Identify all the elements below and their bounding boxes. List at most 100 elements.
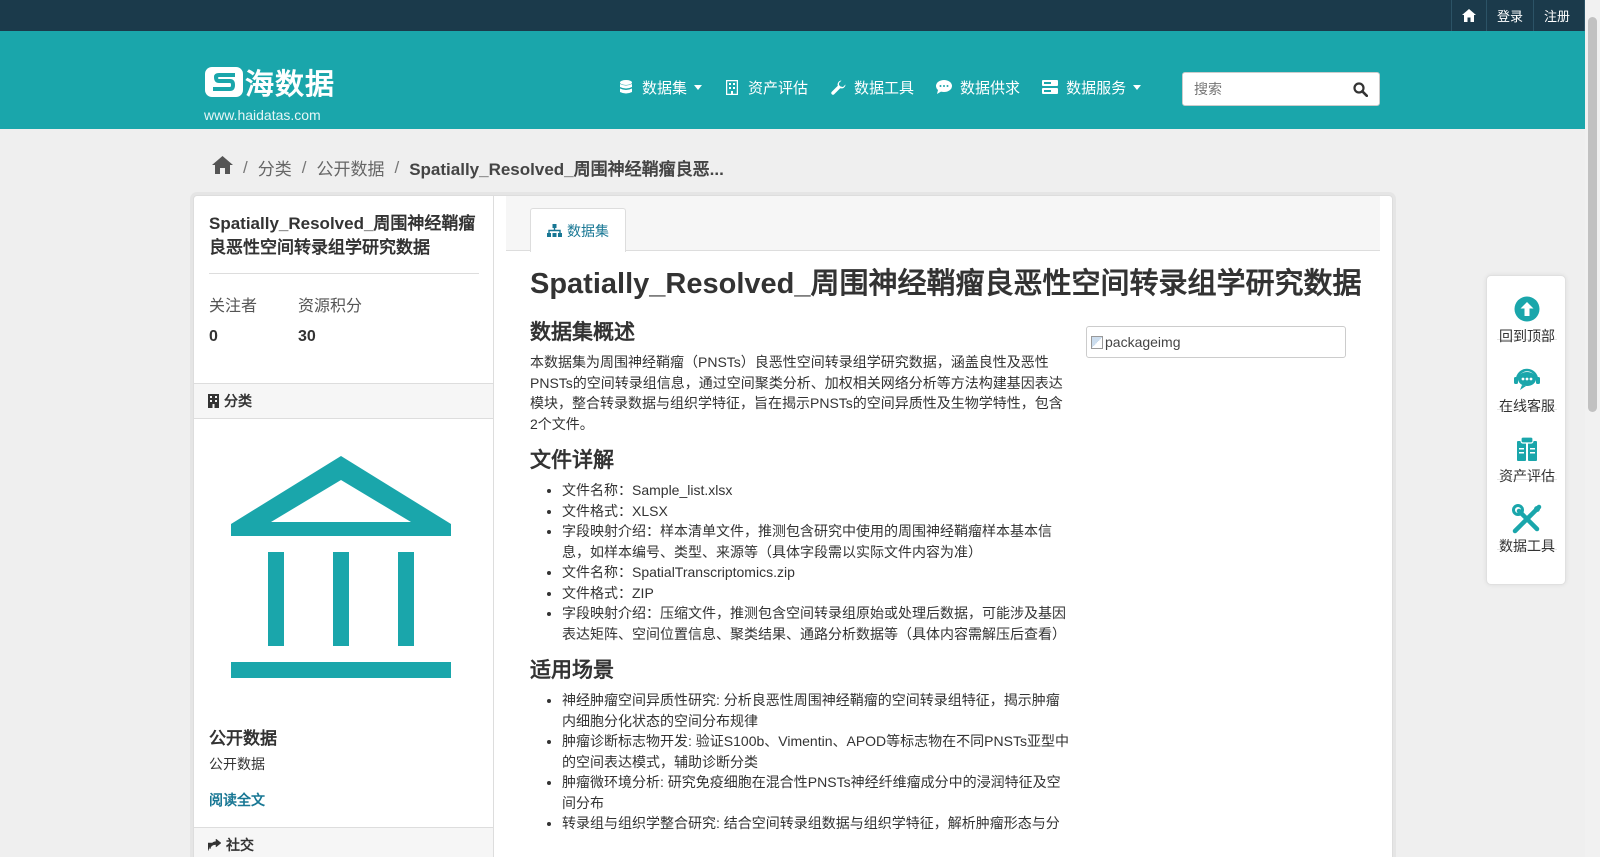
package-image: packageimg bbox=[1086, 326, 1346, 358]
list-item: 字段映射介绍：样本清单文件，推测包含研究中使用的周围神经鞘瘤样本基本信息，如样本… bbox=[562, 521, 1070, 562]
breadcrumb-separator: / bbox=[243, 157, 248, 177]
brand-url: www.haidatas.com bbox=[204, 107, 321, 123]
account-links: 登录 注册 bbox=[1450, 0, 1585, 31]
search-box bbox=[1182, 72, 1380, 106]
list-item: 文件格式：XLSX bbox=[562, 501, 1070, 522]
data-tools-button[interactable]: 数据工具 bbox=[1497, 486, 1557, 554]
chevron-down-icon bbox=[694, 84, 703, 90]
category-module-heading: 分类 bbox=[194, 383, 493, 419]
followers-label: 关注者 bbox=[209, 298, 258, 315]
nav-services[interactable]: 数据服务 bbox=[1042, 77, 1142, 98]
data-tools-label: 数据工具 bbox=[1499, 538, 1555, 554]
chat-icon bbox=[936, 79, 953, 95]
list-item: 文件格式：ZIP bbox=[562, 583, 1070, 604]
register-link[interactable]: 注册 bbox=[1532, 0, 1585, 31]
breadcrumb-category[interactable]: 分类 bbox=[258, 155, 292, 180]
home-icon bbox=[212, 156, 233, 174]
nav-assessment-label: 资产评估 bbox=[748, 79, 809, 97]
points-label: 资源积分 bbox=[298, 298, 363, 315]
main-nav: 数据集 资产评估 数据工具 数据供求 数据服务 bbox=[618, 73, 1163, 101]
floating-toolbar: 回到顶部 在线客服 资产评估 数据工具 bbox=[1486, 275, 1566, 585]
sidebar: Spatially_Resolved_周围神经鞘瘤良恶性空间转录组学研究数据 关… bbox=[194, 196, 494, 857]
breadcrumb-org[interactable]: 公开数据 bbox=[316, 155, 384, 180]
social-heading-label: 社交 bbox=[226, 837, 254, 853]
points-stat: 资源积分 30 bbox=[298, 292, 362, 346]
broken-image-icon bbox=[1091, 335, 1103, 349]
search-button[interactable] bbox=[1341, 73, 1379, 105]
online-service-label: 在线客服 bbox=[1499, 398, 1555, 414]
breadcrumb-separator: / bbox=[301, 157, 307, 177]
breadcrumb-separator: / bbox=[394, 157, 400, 177]
chevron-down-icon bbox=[1133, 84, 1142, 90]
home-link[interactable] bbox=[1450, 0, 1486, 31]
sidebar-dataset-title: Spatially_Resolved_周围神经鞘瘤良恶性空间转录组学研究数据 bbox=[209, 214, 476, 257]
list-item: 字段映射介绍：压缩文件，推测包含空间转录组原始或处理后数据，可能涉及基因表达矩阵… bbox=[562, 603, 1070, 644]
dataset-body: Spatially_Resolved_周围神经鞘瘤良恶性空间转录组学研究数据 数… bbox=[530, 266, 1361, 834]
list-item: 肿瘤诊断标志物开发: 验证S100b、Vimentin、APOD等标志物在不同P… bbox=[562, 731, 1070, 772]
account-bar: 登录 注册 bbox=[0, 0, 1585, 31]
overview-text: 本数据集为周围神经鞘瘤（PNSTs）良恶性空间转录组学研究数据，涵盖良性及恶性P… bbox=[530, 354, 1063, 432]
overview-heading: 数据集概述 bbox=[530, 321, 635, 344]
home-icon bbox=[1461, 9, 1476, 22]
back-to-top-label: 回到顶部 bbox=[1499, 328, 1555, 344]
org-description: 公开数据 bbox=[209, 756, 265, 772]
divider bbox=[209, 273, 479, 274]
wrench-icon bbox=[830, 79, 846, 95]
list-item: 神经肿瘤空间异质性研究: 分析良恶性周围神经鞘瘤的空间转录组特征，揭示肿瘤内细胞… bbox=[562, 690, 1070, 731]
dataset-title: Spatially_Resolved_周围神经鞘瘤良恶性空间转录组学研究数据 bbox=[530, 268, 1362, 300]
breadcrumb-home[interactable] bbox=[212, 156, 233, 179]
arrow-up-circle-icon bbox=[1514, 296, 1540, 322]
scrollbar-thumb[interactable] bbox=[1588, 17, 1597, 412]
sitemap-icon bbox=[547, 224, 562, 237]
logo-mark-icon bbox=[205, 67, 243, 97]
share-icon bbox=[208, 839, 221, 851]
breadcrumb-current[interactable]: Spatially_Resolved_周围神经鞘瘤良恶... bbox=[409, 155, 724, 180]
database-icon bbox=[618, 79, 634, 95]
files-heading: 文件详解 bbox=[530, 449, 614, 472]
site-logo[interactable]: 海数据 bbox=[205, 61, 335, 103]
login-link[interactable]: 登录 bbox=[1485, 0, 1533, 31]
followers-count: 0 bbox=[209, 328, 218, 345]
points-count: 30 bbox=[298, 328, 316, 345]
page-scrollbar[interactable] bbox=[1585, 0, 1600, 857]
nav-tools[interactable]: 数据工具 bbox=[830, 77, 914, 98]
nav-services-label: 数据服务 bbox=[1066, 79, 1127, 97]
nav-assessment[interactable]: 资产评估 bbox=[724, 77, 808, 98]
tab-datasets-label: 数据集 bbox=[567, 222, 609, 239]
asset-assessment-button[interactable]: 资产评估 bbox=[1497, 416, 1557, 484]
brand-name: 海数据 bbox=[245, 69, 336, 101]
content-tabs: 数据集 bbox=[506, 196, 1380, 252]
back-to-top-button[interactable]: 回到顶部 bbox=[1497, 276, 1557, 344]
read-more-link[interactable]: 阅读全文 bbox=[209, 790, 265, 810]
institution-icon bbox=[231, 456, 451, 678]
asset-assessment-label: 资产评估 bbox=[1499, 468, 1555, 484]
followers-stat: 关注者 0 bbox=[209, 292, 257, 346]
search-input[interactable] bbox=[1183, 74, 1341, 104]
building-icon bbox=[208, 394, 219, 408]
breadcrumb: / 分类 / 公开数据 / Spatially_Resolved_周围神经鞘瘤良… bbox=[212, 155, 724, 180]
search-icon bbox=[1352, 81, 1368, 97]
scenarios-heading: 适用场景 bbox=[530, 659, 614, 682]
online-service-button[interactable]: 在线客服 bbox=[1497, 346, 1557, 414]
list-item: 肿瘤微环境分析: 研究免疫细胞在混合性PNSTs神经纤维瘤成分中的浸润特征及空间… bbox=[562, 772, 1070, 813]
tools-icon bbox=[1512, 504, 1542, 534]
tab-datasets[interactable]: 数据集 bbox=[530, 208, 626, 252]
org-title: 公开数据 bbox=[209, 729, 277, 748]
nav-supply-label: 数据供求 bbox=[960, 79, 1021, 97]
nav-datasets-label: 数据集 bbox=[642, 79, 688, 97]
files-list: 文件名称：Sample_list.xlsx 文件格式：XLSX 字段映射介绍：样… bbox=[530, 480, 1070, 644]
nav-supply[interactable]: 数据供求 bbox=[936, 77, 1020, 98]
nav-tools-label: 数据工具 bbox=[854, 79, 915, 97]
content-wrapper: Spatially_Resolved_周围神经鞘瘤良恶性空间转录组学研究数据 关… bbox=[193, 195, 1393, 857]
main-content: 数据集 Spatially_Resolved_周围神经鞘瘤良恶性空间转录组学研究… bbox=[494, 196, 1392, 857]
headset-icon bbox=[1513, 366, 1541, 392]
package-image-alt: packageimg bbox=[1105, 334, 1181, 350]
list-item: 文件名称：SpatialTranscriptomics.zip bbox=[562, 562, 1070, 583]
social-module-heading: 社交 bbox=[194, 827, 493, 857]
scenarios-list: 神经肿瘤空间异质性研究: 分析良恶性周围神经鞘瘤的空间转录组特征，揭示肿瘤内细胞… bbox=[530, 690, 1070, 834]
server-icon bbox=[1042, 79, 1059, 95]
clipboard-icon bbox=[1514, 436, 1540, 462]
nav-datasets[interactable]: 数据集 bbox=[618, 77, 703, 98]
list-item: 转录组与组织学整合研究: 结合空间转录组数据与组织学特征，解析肿瘤形态与分 bbox=[562, 813, 1070, 834]
building-icon bbox=[724, 79, 740, 95]
